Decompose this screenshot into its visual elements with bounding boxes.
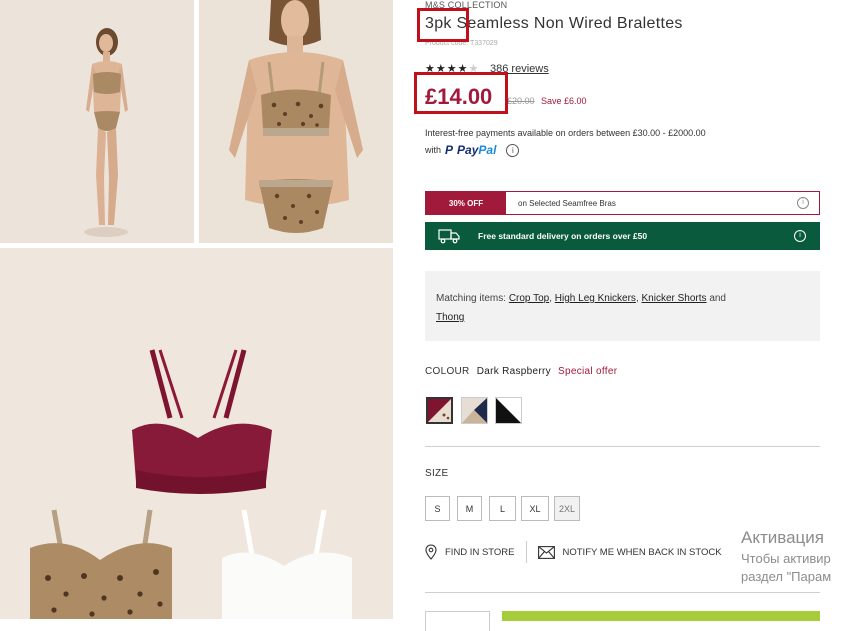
special-offer-label: Special offer [558,366,618,377]
finance-info: Interest-free payments available on orde… [425,128,706,138]
size-option-xl[interactable]: XL [521,496,549,521]
product-image-closeup[interactable] [199,0,393,243]
colour-row: COLOUR Dark Raspberry Special offer [425,366,617,377]
matching-items-panel: Matching items: Crop Top, High Leg Knick… [425,271,820,341]
watermark-line: раздел "Парам [741,569,832,584]
offer-info-icon[interactable]: i [797,197,809,209]
offer-banner[interactable]: 30% OFF on Selected Seamfree Bras i [425,191,820,215]
paypal-logo: PayPal [457,143,497,157]
size-option-2xl[interactable]: 2XL [554,496,580,521]
watermark-line: Чтобы активир [741,551,831,566]
size-option-s[interactable]: S [425,496,450,521]
product-image-full-length[interactable] [0,0,194,243]
divider [425,592,820,593]
was-price: £20.00 [507,96,535,106]
add-to-bag-button[interactable] [502,611,820,621]
swatch-neutral-mix[interactable] [461,397,488,424]
os-activation-watermark: Активация Чтобы активир раздел "Парам [741,528,831,584]
divider [525,541,527,563]
notify-me-label: NOTIFY ME WHEN BACK IN STOCK [562,546,722,558]
delivery-info-icon[interactable]: i [794,230,806,242]
envelope-icon [537,545,555,559]
size-option-m[interactable]: M [457,496,482,521]
colour-label: COLOUR [425,366,470,377]
swatch-black-mix[interactable] [495,397,522,424]
matching-label: Matching items: [436,293,507,304]
paypal-row: with P PayPal i [425,143,520,157]
watermark-line: Активация [741,528,824,547]
offer-tag: 30% OFF [426,192,506,214]
size-option-l[interactable]: L [489,496,516,521]
matching-link-crop-top[interactable]: Crop Top [509,293,549,304]
matching-link-thong[interactable]: Thong [436,312,464,323]
size-label: SIZE [425,468,449,479]
matching-link-knicker-shorts[interactable]: Knicker Shorts [642,293,707,304]
product-image-flatlay[interactable] [0,248,393,619]
notify-me-link[interactable]: NOTIFY ME WHEN BACK IN STOCK [537,545,722,559]
store-actions: FIND IN STORE NOTIFY ME WHEN BACK IN STO… [425,540,722,564]
find-in-store-link[interactable]: FIND IN STORE [425,544,515,560]
truck-icon [438,229,460,244]
delivery-text: Free standard delivery on orders over £5… [478,231,648,241]
highlight-box-price [414,72,508,114]
quantity-selector[interactable] [425,611,490,631]
highlight-box-title [417,8,469,42]
info-icon[interactable]: i [506,143,520,157]
divider [425,446,820,447]
colour-name: Dark Raspberry [476,366,551,377]
matching-and: and [709,293,726,304]
location-pin-icon [425,544,437,560]
with-label: with [425,145,442,155]
matching-separator: , [635,293,639,304]
matching-separator: , [549,293,552,304]
delivery-banner[interactable]: Free standard delivery on orders over £5… [425,222,820,250]
swatch-dark-raspberry[interactable] [426,397,453,424]
paypal-icon: P [445,143,454,157]
save-amount: Save £6.00 [541,96,587,106]
offer-text: on Selected Seamfree Bras [518,198,616,208]
find-in-store-label: FIND IN STORE [445,546,515,558]
matching-link-high-leg-knickers[interactable]: High Leg Knickers [555,293,636,304]
